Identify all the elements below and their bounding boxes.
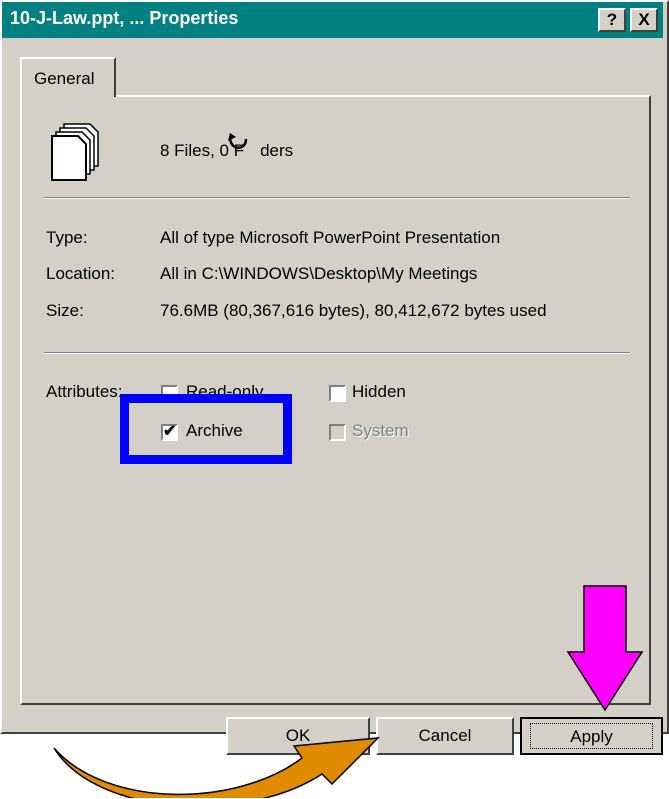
hidden-label[interactable]: Hidden bbox=[352, 382, 406, 402]
help-button[interactable]: ? bbox=[598, 8, 626, 32]
apply-button[interactable]: Apply bbox=[520, 717, 663, 755]
tab-general-label: General bbox=[34, 69, 95, 88]
type-label: Type: bbox=[46, 228, 88, 247]
dialog-title: 10-J-Law.ppt, ... Properties bbox=[10, 8, 239, 28]
location-value: All in C:\WINDOWS\Desktop\My Meetings bbox=[160, 264, 478, 283]
hidden-checkbox[interactable] bbox=[329, 385, 346, 402]
selection-count-tail: ders bbox=[260, 141, 294, 160]
cancel-button[interactable]: Cancel bbox=[376, 717, 514, 755]
apply-button-label: Apply bbox=[530, 723, 653, 749]
system-checkbox bbox=[329, 424, 346, 441]
separator-bottom bbox=[44, 352, 630, 354]
busy-cursor-icon bbox=[228, 133, 248, 149]
curved-arrow-icon bbox=[53, 737, 381, 798]
size-value: 76.6MB (80,367,616 bytes), 80,412,672 by… bbox=[160, 301, 547, 320]
title-bar[interactable]: 10-J-Law.ppt, ... Properties ? X bbox=[2, 2, 663, 38]
down-arrow-icon bbox=[566, 585, 644, 712]
tab-general[interactable]: General bbox=[20, 57, 116, 97]
location-label: Location: bbox=[46, 264, 115, 283]
archive-highlight-box bbox=[120, 394, 292, 464]
multiple-files-icon bbox=[51, 123, 99, 181]
separator-top bbox=[44, 197, 630, 199]
type-value: All of type Microsoft PowerPoint Present… bbox=[160, 228, 501, 247]
system-label: System bbox=[352, 421, 409, 440]
size-label: Size: bbox=[46, 301, 84, 320]
close-button[interactable]: X bbox=[630, 8, 658, 32]
attributes-label: Attributes: bbox=[46, 382, 123, 401]
